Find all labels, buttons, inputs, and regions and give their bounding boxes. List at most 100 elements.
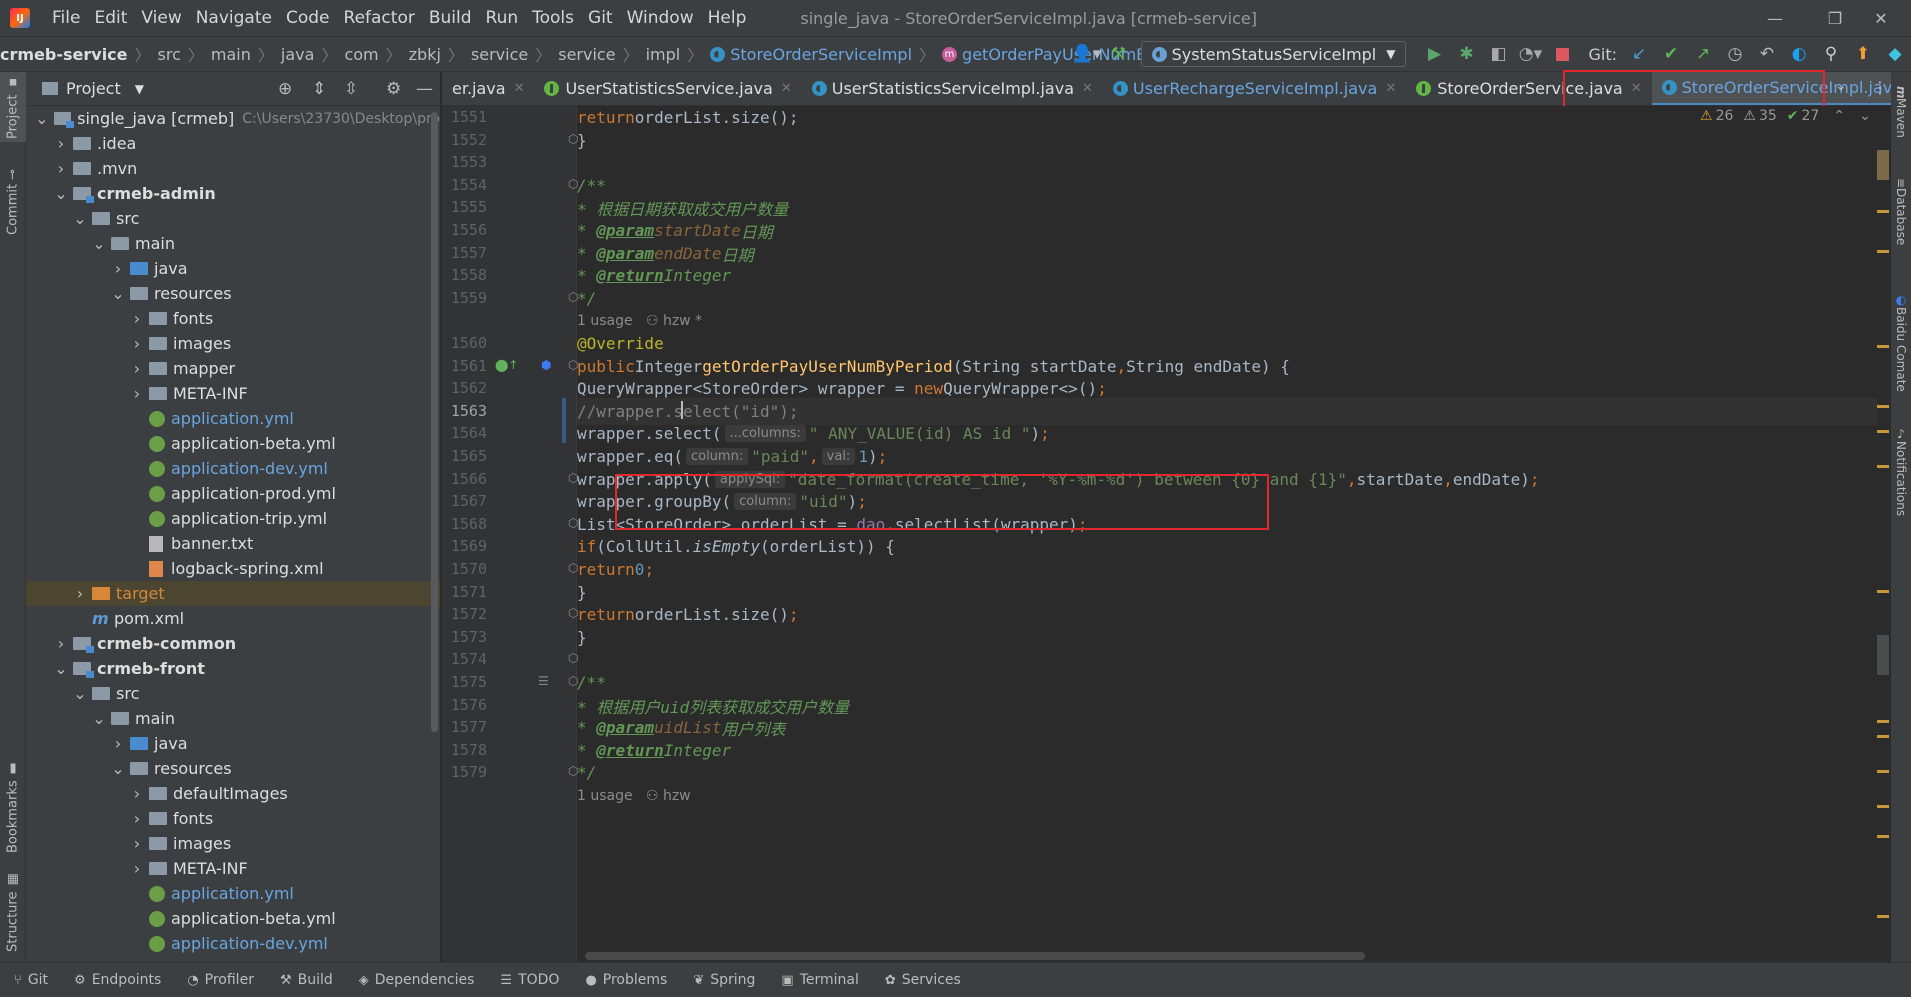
project-tool-tab[interactable]: Project ▪ [0, 72, 26, 142]
implements-icon[interactable]: ⬤↑ [495, 358, 518, 372]
tree-item-fonts[interactable]: › fonts [26, 306, 440, 331]
inspection-widget[interactable]: ⚠ 26 ⚠ 35 ✔ 27 ⌃ ⌄ [1700, 108, 1871, 124]
expand-all-icon[interactable]: ⇕ [312, 79, 326, 99]
chevron-right-icon[interactable]: › [129, 334, 145, 353]
tree-item-application-trip-yml[interactable]: application-trip.yml [26, 506, 440, 531]
tab-userstatisticsserviceimpl-java[interactable]: UserStatisticsServiceImpl.java ✕ [802, 72, 1103, 105]
fold-icon[interactable]: ⬡ [568, 177, 578, 191]
tree-item-logback-spring-xml[interactable]: logback-spring.xml [26, 556, 440, 581]
fold-icon[interactable]: ⬡ [568, 290, 578, 304]
fold-icon[interactable]: ⬡ [568, 132, 578, 146]
tree-item-meta-inf[interactable]: › META-INF [26, 856, 440, 881]
usage-hint[interactable]: 1 usage ⚇ hzw [577, 782, 1877, 809]
chevron-right-icon[interactable]: › [53, 159, 69, 178]
tab-userrechargeserviceimpl-java[interactable]: UserRechargeServiceImpl.java ✕ [1103, 72, 1406, 105]
gear-icon[interactable]: ⚙ [386, 79, 401, 99]
menu-navigate[interactable]: Navigate [196, 8, 272, 28]
breadcrumb-item[interactable]: service [471, 45, 528, 64]
status-spring[interactable]: ❦ Spring [693, 972, 755, 988]
git-commit-icon[interactable]: ✔ [1658, 41, 1684, 67]
tree-item-meta-inf[interactable]: › META-INF [26, 381, 440, 406]
tree-item-single-java-crmeb[interactable]: ⌄ single_java [crmeb] C:\Users\23730\Deskt… [26, 106, 440, 131]
tree-item-application-dev-yml[interactable]: application-dev.yml [26, 931, 440, 956]
tree-item-main[interactable]: ⌄ main [26, 231, 440, 256]
error-stripe[interactable] [1877, 106, 1891, 962]
chevron-down-icon[interactable]: ⌄ [72, 209, 88, 228]
breadcrumb-item[interactable]: zbkj [409, 45, 441, 64]
tree-item-mapper[interactable]: › mapper [26, 356, 440, 381]
run-config-dropdown[interactable]: SystemStatusServiceImpl ▼ [1140, 41, 1407, 67]
chevron-down-icon[interactable]: ⌄ [91, 709, 107, 728]
chevron-right-icon[interactable]: › [110, 734, 126, 753]
fold-icon[interactable]: ⬡ [568, 606, 578, 620]
tree-item-fonts[interactable]: › fonts [26, 806, 440, 831]
menu-view[interactable]: View [141, 8, 181, 28]
history-icon[interactable]: ◷ [1722, 41, 1748, 67]
menu-run[interactable]: Run [486, 8, 519, 28]
menu-tools[interactable]: Tools [532, 8, 574, 28]
chevron-down-icon[interactable]: ⌄ [91, 234, 107, 253]
chevron-right-icon[interactable]: › [129, 309, 145, 328]
chevron-down-icon[interactable]: ⌄ [1859, 108, 1871, 124]
chevron-right-icon[interactable]: › [129, 834, 145, 853]
tree-item-main[interactable]: ⌄ main [26, 706, 440, 731]
chevron-right-icon[interactable]: › [110, 259, 126, 278]
tree-item-banner-txt[interactable]: banner.txt [26, 531, 440, 556]
project-scrollbar[interactable] [431, 112, 438, 732]
status-todo[interactable]: ☰ TODO [500, 972, 559, 988]
spring-bean-icon[interactable]: ⬢ [541, 358, 551, 372]
tree-item-idea[interactable]: › .idea [26, 131, 440, 156]
tree-item-defaultimages[interactable]: › defaultImages [26, 781, 440, 806]
git-push-icon[interactable]: ↗ [1690, 41, 1716, 67]
tree-item-target[interactable]: › target [26, 581, 440, 606]
user-icon[interactable]: 👤▾ [1072, 41, 1102, 67]
chevron-down-icon[interactable]: ⌄ [53, 184, 69, 203]
close-tab-icon[interactable]: ✕ [1385, 81, 1396, 96]
status-services[interactable]: ✿ Services [885, 972, 961, 988]
breadcrumb-item[interactable]: impl [646, 45, 681, 64]
status-dependencies[interactable]: ◈ Dependencies [359, 972, 475, 988]
close-window-icon[interactable]: ✕ [1851, 0, 1911, 36]
tree-item-java[interactable]: › java [26, 256, 440, 281]
tree-item-resources[interactable]: ⌄ resources [26, 756, 440, 781]
chevron-down-icon[interactable]: ⌄ [34, 109, 50, 128]
chevron-down-icon[interactable]: ⌄ [72, 684, 88, 703]
tab-list-icon[interactable]: ⌄ [1835, 78, 1847, 94]
status-profiler[interactable]: ◔ Profiler [187, 972, 254, 988]
tree-item-application-dev-yml[interactable]: application-dev.yml [26, 456, 440, 481]
tree-item-crmeb-front[interactable]: ⌄ crmeb-front [26, 656, 440, 681]
tree-item-application-prod-yml[interactable]: application-prod.yml [26, 481, 440, 506]
structure-tool-tab[interactable]: Structure ▦ [0, 862, 26, 962]
scroll-thumb[interactable] [1877, 635, 1889, 675]
fold-icon[interactable]: ⬡ [568, 651, 578, 665]
plugin-icon[interactable]: ◆ [1882, 41, 1908, 67]
close-tab-icon[interactable]: ✕ [781, 81, 792, 96]
maven-tool-tab[interactable]: m Maven [1891, 72, 1911, 152]
run-icon[interactable]: ▶ [1421, 41, 1447, 67]
tree-item-application-beta-yml[interactable]: application-beta.yml [26, 431, 440, 456]
tree-item-crmeb-common[interactable]: › crmeb-common [26, 631, 440, 656]
git-update-icon[interactable]: ↙ [1626, 41, 1652, 67]
tab-userstatisticsservice-java[interactable]: UserStatisticsService.java ✕ [534, 72, 801, 105]
chevron-down-icon[interactable]: ⌄ [110, 284, 126, 303]
tab-er-java[interactable]: er.java ✕ [442, 72, 534, 105]
menu-code[interactable]: Code [286, 8, 330, 28]
breadcrumb-item[interactable]: src [158, 45, 181, 64]
fold-icon[interactable]: ⬡ [568, 358, 578, 372]
tree-item-resources[interactable]: ⌄ resources [26, 281, 440, 306]
update-icon[interactable]: ⬆ [1850, 41, 1876, 67]
chevron-right-icon[interactable]: › [72, 584, 88, 603]
fold-icon[interactable]: ⬡ [568, 674, 578, 688]
tree-item-mvn[interactable]: › .mvn [26, 156, 440, 181]
status-problems[interactable]: ● Problems [585, 972, 667, 988]
tree-item-src[interactable]: ⌄ src [26, 681, 440, 706]
horizontal-scrollbar[interactable] [585, 952, 1365, 960]
menu-help[interactable]: Help [708, 8, 747, 28]
menu-edit[interactable]: Edit [94, 8, 127, 28]
tree-item-images[interactable]: › images [26, 831, 440, 856]
code-editor[interactable]: return orderList.size(); } /** * 根据日期获取成… [577, 106, 1877, 962]
search-icon[interactable]: ⚲ [1818, 41, 1844, 67]
tree-item-src[interactable]: ⌄ src [26, 206, 440, 231]
menu-file[interactable]: File [52, 8, 80, 28]
tree-item-crmeb-admin[interactable]: ⌄ crmeb-admin [26, 181, 440, 206]
